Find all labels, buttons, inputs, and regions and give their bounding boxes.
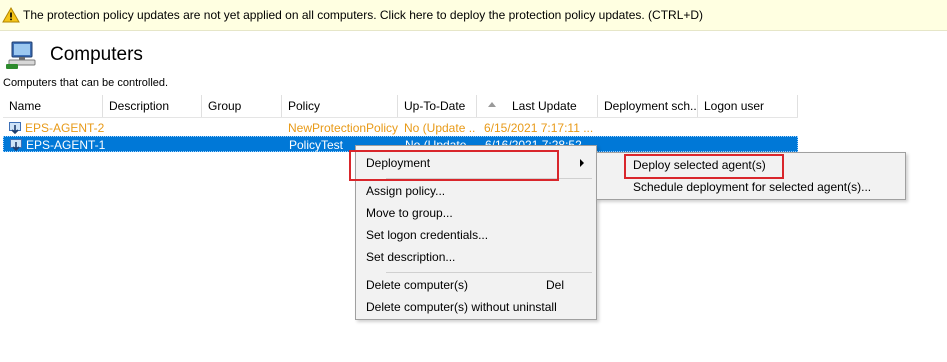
menu-item-delete-without-uninstall[interactable]: Delete computer(s) without uninstall [358,296,594,318]
menu-item-deployment[interactable]: Deployment [358,152,594,174]
last-update-time: 6/15/2021 7:17:11 ... [484,121,594,135]
computers-icon [6,41,36,69]
column-header-logon-user[interactable]: Logon user [698,95,798,117]
page-title: Computers [50,44,143,65]
policy-update-notification[interactable]: The protection policy updates are not ye… [0,0,947,31]
page-header: Computers [6,40,143,70]
menu-separator [386,272,592,273]
menu-separator [386,178,592,179]
column-header-group[interactable]: Group [202,95,282,117]
menu-item-label: Deployment [366,156,431,170]
column-header-policy[interactable]: Policy [282,95,398,117]
menu-item-delete-computers[interactable]: Delete computer(s) Del [358,274,594,296]
notification-text[interactable]: The protection policy updates are not ye… [23,8,703,22]
menu-item-set-description[interactable]: Set description... [358,246,594,268]
menu-item-set-logon-credentials[interactable]: Set logon credentials... [358,224,594,246]
up-to-date-status: No (Update ... [404,121,476,135]
menu-item-assign-policy[interactable]: Assign policy... [358,180,594,202]
submenu-arrow-icon [580,159,584,167]
page-subtitle: Computers that can be controlled. [3,77,169,89]
last-update-label: Last Update [512,99,577,113]
agent-download-icon [10,139,22,152]
menu-item-move-to-group[interactable]: Move to group... [358,202,594,224]
menu-item-label: Delete computer(s) [366,278,469,292]
policy-name: NewProtectionPolicy [288,121,398,135]
warning-icon [2,6,20,23]
agent-download-icon [9,122,21,135]
submenu-item-deploy-selected[interactable]: Deploy selected agent(s) [599,154,903,176]
deployment-submenu: Deploy selected agent(s) Schedule deploy… [596,152,906,200]
column-header-description[interactable]: Description [103,95,202,117]
shortcut-label: Del [545,278,564,292]
submenu-item-schedule-deployment[interactable]: Schedule deployment for selected agent(s… [599,176,903,198]
context-menu: Deployment Assign policy... Move to grou… [355,145,597,320]
sort-ascending-icon [488,102,496,107]
table-row[interactable]: EPS-AGENT-2 NewProtectionPolicy No (Upda… [3,120,798,136]
column-header-name[interactable]: Name [3,95,103,117]
computer-name: EPS-AGENT-1 [26,138,106,152]
computer-name: EPS-AGENT-2 [25,121,105,135]
column-header-deployment-schedule[interactable]: Deployment sch... [598,95,698,117]
column-header-up-to-date[interactable]: Up-To-Date [398,95,477,117]
header-divider [3,117,798,118]
